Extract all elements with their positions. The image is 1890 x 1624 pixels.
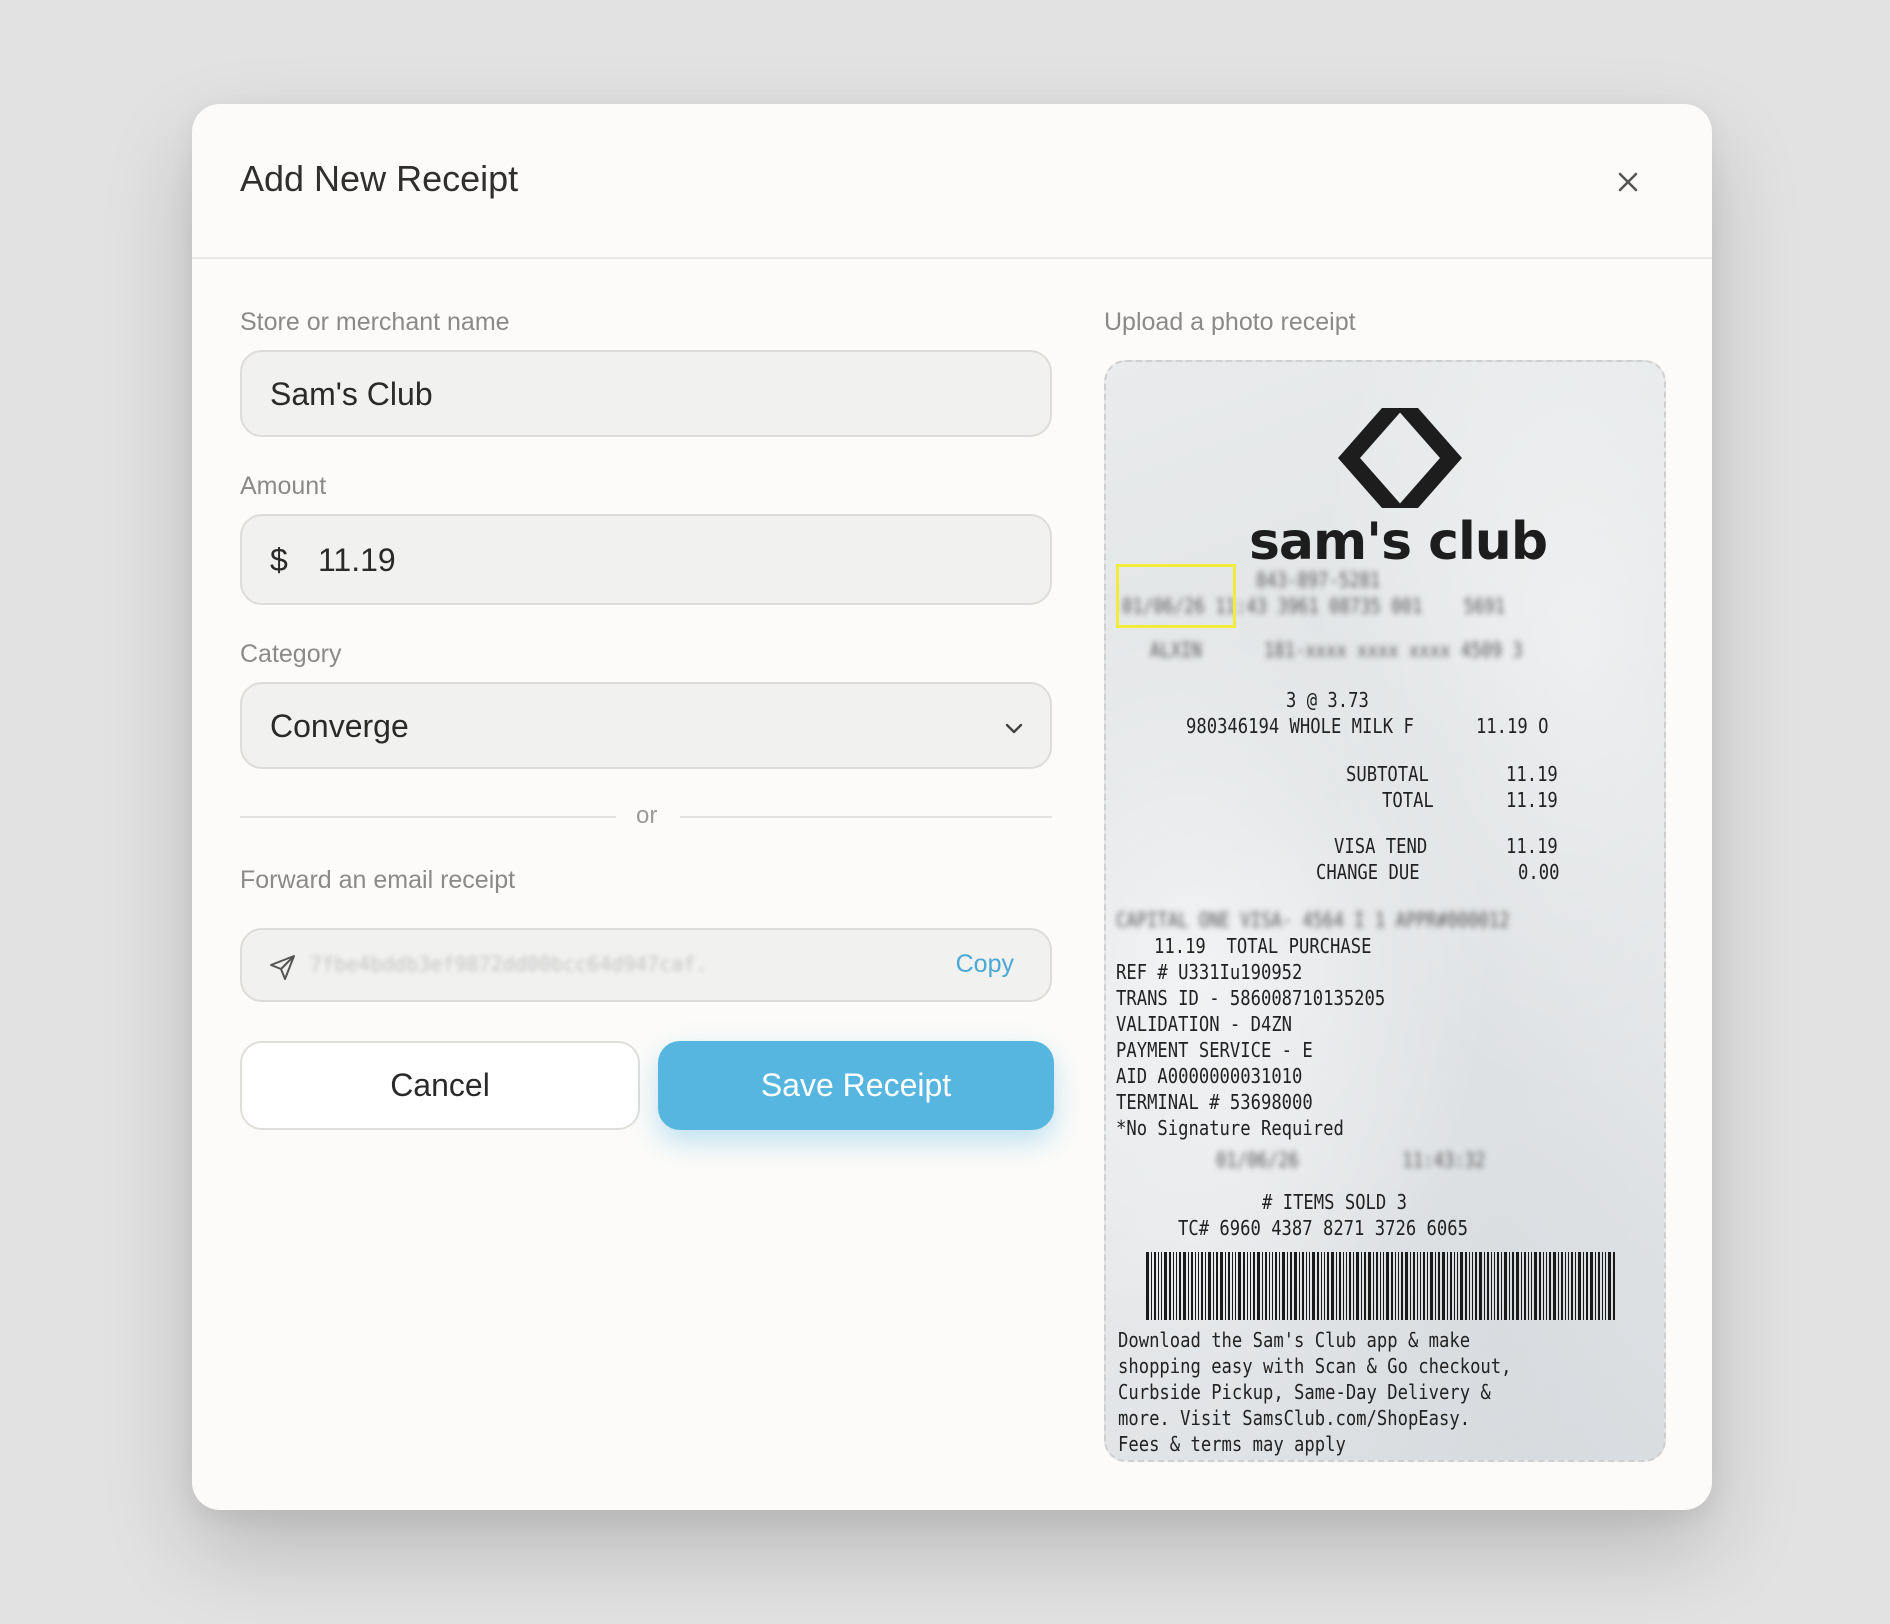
add-receipt-modal: Add New Receipt Store or merchant name S… [192,104,1712,1510]
email-forward-label: Forward an email receipt [240,866,516,894]
amount-value: 11.19 [318,542,396,578]
receipt-card-line: CAPITAL ONE VISA- 4564 I 1 APPR#000012 [1116,908,1510,932]
receipt-photo-dropzone[interactable]: sam's club 843-897-5281 01/06/26 11:43 3… [1104,360,1666,1462]
send-icon [270,955,295,980]
receipt-visa-label: VISA TEND [1334,834,1428,858]
copy-button[interactable]: Copy [956,950,1014,979]
close-button[interactable] [1610,164,1646,200]
receipt-item-line: 980346194 WHOLE MILK F 11.19 O [1186,714,1549,738]
cancel-button[interactable]: Cancel [240,1041,640,1130]
divider-right [680,816,1052,818]
modal-title: Add New Receipt [240,158,519,199]
receipt-tc: TC# 6960 4387 8271 3726 6065 [1178,1216,1468,1240]
receipt-member-line: ALXIN 181-xxxx xxxx xxxx 4509 3 [1150,638,1523,662]
receipt-qty-line: 3 @ 3.73 [1286,688,1369,712]
receipt-barcode [1146,1252,1636,1320]
merchant-input[interactable]: Sam's Club [240,350,1052,437]
receipt-subtotal-value: 11.19 [1506,762,1558,786]
receipt-phone: 843-897-5281 [1256,568,1381,592]
receipt-signature: *No Signature Required [1116,1116,1344,1140]
receipt-ref: REF # U331Iu190952 [1116,960,1303,984]
receipt-brand: sam's club [1248,512,1548,572]
upload-label: Upload a photo receipt [1104,308,1356,336]
chevron-down-icon [1005,723,1023,734]
date-highlight-box [1116,564,1236,628]
merchant-label: Store or merchant name [240,308,510,336]
modal-header: Add New Receipt [192,104,1712,259]
email-forward-field: 7fbe4bddb3ef9872dd00bcc64d947caf. Copy [240,928,1052,1002]
category-label: Category [240,640,342,668]
receipt-footer-line-4: more. Visit SamsClub.com/ShopEasy. [1118,1406,1471,1430]
merchant-value: Sam's Club [270,376,433,412]
sams-club-logo [1338,408,1462,508]
close-icon [1618,172,1638,192]
amount-input[interactable]: $ 11.19 [240,514,1052,605]
receipt-subtotal-label: SUBTOTAL [1346,762,1429,786]
divider-left [240,816,616,818]
receipt-footer-line-5: Fees & terms may apply [1118,1432,1346,1456]
save-receipt-button[interactable]: Save Receipt [658,1041,1054,1130]
receipt-trans-id: TRANS ID - 586008710135205 [1116,986,1386,1010]
receipt-visa-value: 11.19 [1506,834,1558,858]
category-select[interactable]: Converge [240,682,1052,769]
receipt-total-value: 11.19 [1506,788,1558,812]
category-value: Converge [270,708,409,744]
divider-or: or [636,802,658,829]
receipt-items-sold: # ITEMS SOLD 3 [1262,1190,1407,1214]
receipt-total-label: TOTAL [1382,788,1434,812]
receipt-footer-line-2: shopping easy with Scan & Go checkout, [1118,1354,1512,1378]
receipt-change-label: CHANGE DUE [1316,860,1420,884]
receipt-footer-line-3: Curbside Pickup, Same-Day Delivery & [1118,1380,1491,1404]
receipt-terminal: TERMINAL # 53698000 [1116,1090,1313,1114]
email-address: 7fbe4bddb3ef9872dd00bcc64d947caf. [310,952,708,976]
amount-label: Amount [240,472,327,500]
receipt-total-purchase: 11.19 TOTAL PURCHASE [1154,934,1372,958]
receipt-validation: VALIDATION - D4ZN [1116,1012,1293,1036]
currency-symbol: $ [270,542,288,578]
receipt-payment-service: PAYMENT SERVICE - E [1116,1038,1313,1062]
receipt-change-value: 0.00 [1518,860,1560,884]
receipt-footer-line-1: Download the Sam's Club app & make [1118,1328,1471,1352]
receipt-date-line: 01/06/26 11:43:32 [1216,1148,1486,1172]
receipt-aid: AID A0000000031010 [1116,1064,1303,1088]
